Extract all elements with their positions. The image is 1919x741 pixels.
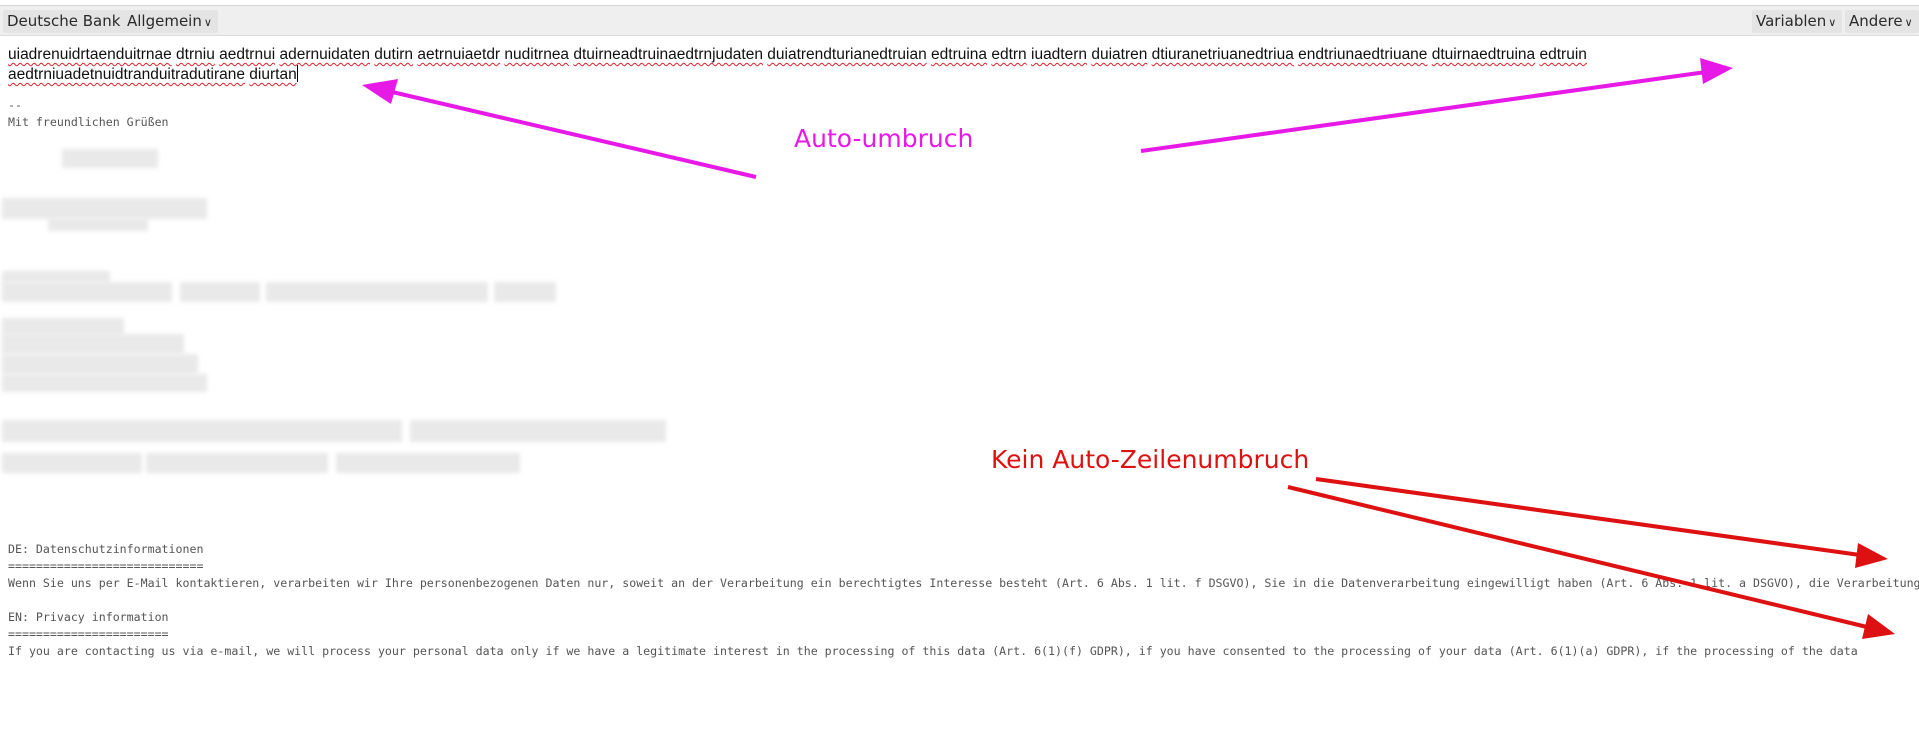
category-dropdown-label: Allgemein — [127, 12, 202, 30]
signature-separator: -- — [8, 98, 22, 112]
body-word: endtriunaedtriuane — [1298, 46, 1428, 63]
variables-dropdown[interactable]: Variablen ∨ — [1752, 10, 1843, 33]
annotation-no-wrap: Kein Auto-Zeilenumbruch — [991, 445, 1310, 474]
body-word: diurtan — [249, 66, 297, 83]
privacy-heading-en: EN: Privacy information — [8, 610, 169, 624]
privacy-text-de: Wenn Sie uns per E-Mail kontaktieren, ve… — [8, 576, 1919, 590]
chevron-down-icon: ∨ — [203, 16, 212, 29]
body-word: edtrn — [991, 46, 1027, 63]
body-word: dtiuranetriuanedtriua — [1151, 46, 1294, 63]
body-word: duiatren — [1091, 46, 1148, 63]
body-word: dtuirnaedtruina — [1431, 46, 1536, 63]
text-caret — [296, 65, 298, 82]
body-word: duiatrendturianedtruian — [767, 46, 927, 63]
body-word: iuadtern — [1031, 46, 1088, 63]
other-dropdown[interactable]: Andere ∨ — [1845, 10, 1919, 33]
composer-toolbar: Deutsche Bank Allgemein ∨ Variablen ∨ Ande… — [0, 5, 1919, 36]
annotation-auto-wrap: Auto-umbruch — [794, 124, 974, 153]
body-word: nuditrnea — [504, 46, 570, 63]
message-body-text[interactable]: uiadrenuidrtaenduitrnae dtrniu aedtrnui … — [8, 45, 1748, 85]
chevron-down-icon: ∨ — [1904, 16, 1913, 29]
body-word: edtruin — [1539, 46, 1587, 63]
privacy-underline-de: ============================ — [8, 559, 204, 573]
body-word: adernuidaten — [279, 46, 370, 63]
account-label-text: Deutsche Bank — [7, 12, 121, 30]
signature-greeting: Mit freundlichen Grüßen — [8, 115, 169, 129]
category-dropdown[interactable]: Allgemein ∨ — [123, 10, 218, 33]
account-label[interactable]: Deutsche Bank — [3, 10, 125, 33]
privacy-underline-en: ======================= — [8, 627, 169, 641]
other-dropdown-label: Andere — [1849, 12, 1903, 30]
body-word: dtrniu — [176, 46, 215, 63]
body-word: aetrnuiaetdr — [417, 46, 501, 63]
body-word: dtuirneadtruinaedtrnjudaten — [573, 46, 763, 63]
variables-dropdown-label: Variablen — [1756, 12, 1827, 30]
body-word: dutirn — [374, 46, 414, 63]
body-word: aedtrniuadetnuidtranduitradutirane — [8, 66, 245, 83]
chevron-down-icon: ∨ — [1828, 16, 1837, 29]
privacy-text-en: If you are contacting us via e-mail, we … — [8, 644, 1858, 658]
body-word: uiadrenuidrtaenduitrnae — [8, 46, 172, 63]
privacy-heading-de: DE: Datenschutzinformationen — [8, 542, 204, 556]
body-word: edtruina — [931, 46, 988, 63]
body-word: aedtrnui — [219, 46, 276, 63]
